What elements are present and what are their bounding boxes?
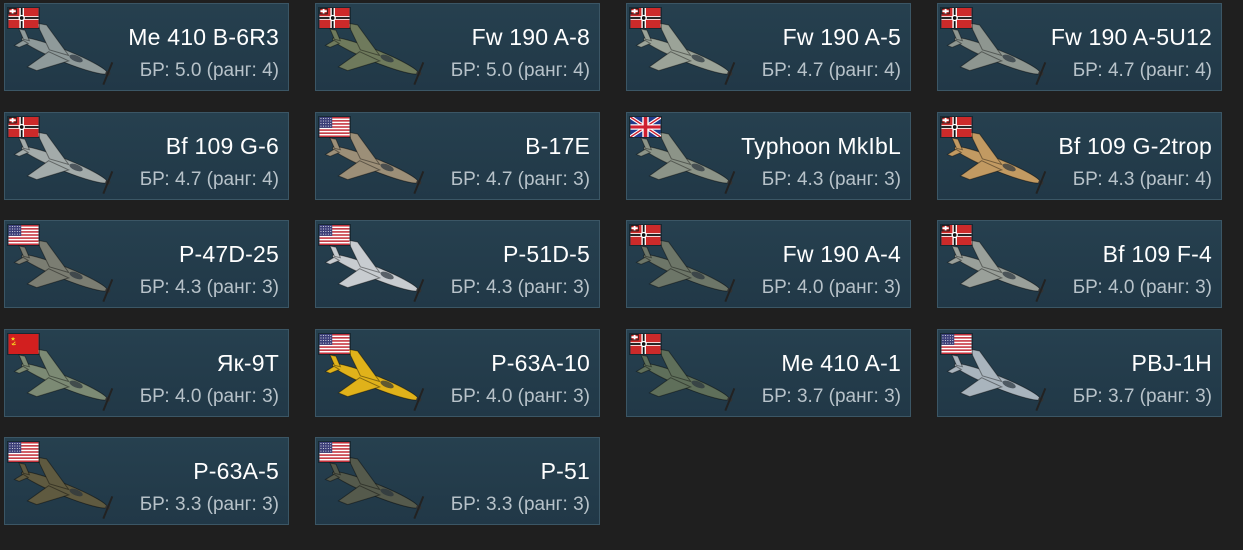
vehicle-name: Typhoon MkIbL	[741, 133, 901, 159]
battle-rating: БР: 4.3 (ранг: 3)	[139, 277, 279, 298]
battle-rating: БР: 4.3 (ранг: 4)	[1072, 169, 1212, 190]
battle-rating: БР: 4.0 (ранг: 3)	[139, 386, 279, 407]
vehicle-name: P-47D-25	[178, 241, 279, 267]
vehicle-name: Me 410 A-1	[781, 350, 901, 376]
usa-flag-icon	[318, 441, 351, 463]
vehicle-card[interactable]: Bf 109 G-2trop БР: 4.3 (ранг: 4)	[937, 112, 1222, 200]
vehicle-name: P-51D-5	[502, 241, 590, 267]
germany-flag-icon	[629, 7, 662, 29]
battle-rating: БР: 3.3 (ранг: 3)	[450, 494, 590, 515]
battle-rating: БР: 5.0 (ранг: 4)	[450, 60, 590, 81]
usa-flag-icon	[318, 116, 351, 138]
vehicle-name: Fw 190 A-4	[782, 241, 901, 267]
germany-flag-icon	[940, 116, 973, 138]
battle-rating: БР: 5.0 (ранг: 4)	[139, 60, 279, 81]
vehicle-card[interactable]: Fw 190 A-5U12 БР: 4.7 (ранг: 4)	[937, 3, 1222, 91]
vehicle-card[interactable]: Me 410 B-6R3 БР: 5.0 (ранг: 4)	[4, 3, 289, 91]
battle-rating: БР: 4.0 (ранг: 3)	[761, 277, 901, 298]
battle-rating: БР: 4.7 (ранг: 4)	[761, 60, 901, 81]
vehicle-grid: Me 410 B-6R3 БР: 5.0 (ранг: 4) Fw 190 A-8 Б…	[0, 0, 1243, 550]
germany-flag-icon	[318, 7, 351, 29]
vehicle-name: Як-9Т	[216, 350, 279, 376]
vehicle-name: Fw 190 A-5	[782, 24, 901, 50]
battle-rating: БР: 4.0 (ранг: 3)	[450, 386, 590, 407]
vehicle-card[interactable]: Bf 109 F-4 БР: 4.0 (ранг: 3)	[937, 220, 1222, 308]
battle-rating: БР: 3.7 (ранг: 3)	[1072, 386, 1212, 407]
vehicle-card[interactable]: Як-9Т БР: 4.0 (ранг: 3)	[4, 329, 289, 417]
vehicle-card[interactable]: P-51D-5 БР: 4.3 (ранг: 3)	[315, 220, 600, 308]
ussr-flag-icon	[7, 333, 40, 355]
uk-flag-icon	[629, 116, 662, 138]
vehicle-card[interactable]: P-47D-25 БР: 4.3 (ранг: 3)	[4, 220, 289, 308]
battle-rating: БР: 4.3 (ранг: 3)	[450, 277, 590, 298]
vehicle-name: PBJ-1H	[1131, 350, 1212, 376]
usa-flag-icon	[318, 224, 351, 246]
vehicle-name: Fw 190 A-8	[471, 24, 590, 50]
battle-rating: БР: 3.7 (ранг: 3)	[761, 386, 901, 407]
battle-rating: БР: 4.7 (ранг: 4)	[1072, 60, 1212, 81]
vehicle-name: Me 410 B-6R3	[128, 24, 279, 50]
vehicle-name: P-63A-5	[193, 458, 279, 484]
vehicle-card[interactable]: P-63A-10 БР: 4.0 (ранг: 3)	[315, 329, 600, 417]
vehicle-card[interactable]: Bf 109 G-6 БР: 4.7 (ранг: 4)	[4, 112, 289, 200]
vehicle-card[interactable]: Fw 190 A-5 БР: 4.7 (ранг: 4)	[626, 3, 911, 91]
germany-flag-icon	[940, 7, 973, 29]
germany-flag-icon	[7, 116, 40, 138]
vehicle-card[interactable]: Me 410 A-1 БР: 3.7 (ранг: 3)	[626, 329, 911, 417]
vehicle-name: Bf 109 G-2trop	[1058, 133, 1212, 159]
battle-rating: БР: 4.7 (ранг: 3)	[450, 169, 590, 190]
vehicle-name: Bf 109 F-4	[1102, 241, 1212, 267]
germany-flag-icon	[940, 224, 973, 246]
vehicle-card[interactable]: Fw 190 A-8 БР: 5.0 (ранг: 4)	[315, 3, 600, 91]
battle-rating: БР: 4.0 (ранг: 3)	[1072, 277, 1212, 298]
usa-flag-icon	[7, 224, 40, 246]
vehicle-name: P-63A-10	[491, 350, 590, 376]
battle-rating: БР: 3.3 (ранг: 3)	[139, 494, 279, 515]
vehicle-name: B-17E	[525, 133, 590, 159]
vehicle-card[interactable]: Typhoon MkIbL БР: 4.3 (ранг: 3)	[626, 112, 911, 200]
vehicle-card[interactable]: P-63A-5 БР: 3.3 (ранг: 3)	[4, 437, 289, 525]
battle-rating: БР: 4.7 (ранг: 4)	[139, 169, 279, 190]
vehicle-card[interactable]: PBJ-1H БР: 3.7 (ранг: 3)	[937, 329, 1222, 417]
battle-rating: БР: 4.3 (ранг: 3)	[761, 169, 901, 190]
usa-flag-icon	[318, 333, 351, 355]
vehicle-card[interactable]: Fw 190 A-4 БР: 4.0 (ранг: 3)	[626, 220, 911, 308]
usa-flag-icon	[7, 441, 40, 463]
vehicle-card[interactable]: P-51 БР: 3.3 (ранг: 3)	[315, 437, 600, 525]
germany-flag-icon	[629, 333, 662, 355]
vehicle-card[interactable]: B-17E БР: 4.7 (ранг: 3)	[315, 112, 600, 200]
vehicle-name: Bf 109 G-6	[165, 133, 279, 159]
germany-flag-icon	[7, 7, 40, 29]
vehicle-name: Fw 190 A-5U12	[1050, 24, 1212, 50]
vehicle-name: P-51	[540, 458, 590, 484]
germany-flag-icon	[629, 224, 662, 246]
usa-flag-icon	[940, 333, 973, 355]
